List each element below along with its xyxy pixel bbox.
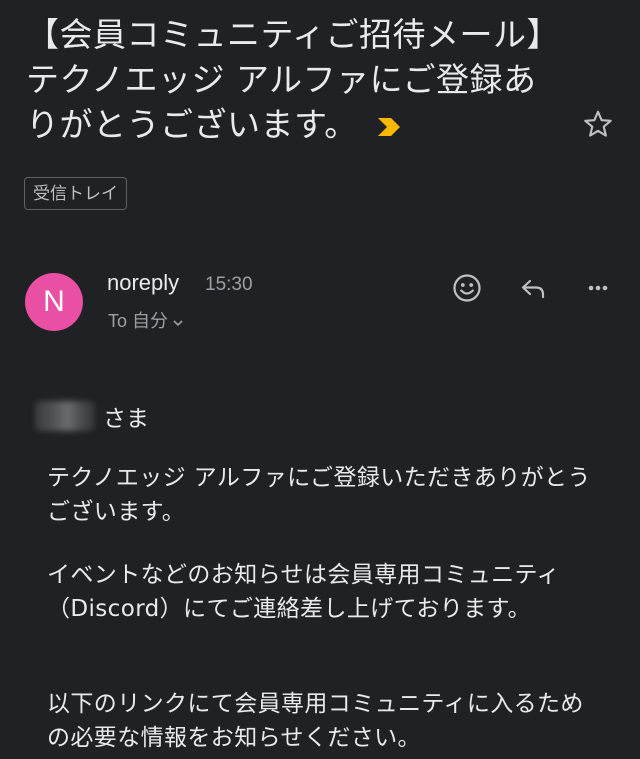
greeting-line: さま bbox=[35, 396, 149, 436]
sender-avatar[interactable]: N bbox=[25, 273, 83, 331]
reply-icon[interactable] bbox=[516, 271, 550, 305]
star-icon[interactable] bbox=[582, 108, 614, 140]
recipient-details-toggle[interactable]: To 自分 bbox=[108, 307, 184, 333]
chevron-down-icon bbox=[172, 312, 184, 333]
redacted-name bbox=[35, 401, 95, 431]
email-subject: 【会員コミュニティご招待メール】テクノエッジ アルファにご登録ありがとうございま… bbox=[26, 12, 546, 149]
importance-marker-icon[interactable] bbox=[376, 104, 402, 149]
body-paragraph-3: 以下のリンクにて会員専用コミュニティに入るための必要な情報をお知らせください。 bbox=[47, 691, 584, 751]
emoji-reaction-icon[interactable] bbox=[450, 271, 484, 305]
greeting-suffix: さま bbox=[103, 406, 149, 432]
body-paragraph-1: テクノエッジ アルファにご登録いただきありがとうございます。 bbox=[47, 465, 591, 525]
subject-text: 【会員コミュニティご招待メール】テクノエッジ アルファにご登録ありがとうございま… bbox=[26, 15, 544, 144]
body-paragraph-2: イベントなどのお知らせは会員専用コミュニティ（Discord）にてご連絡差し上げ… bbox=[47, 562, 560, 622]
sender-name: noreply bbox=[107, 270, 180, 295]
recipient-text: To 自分 bbox=[108, 311, 169, 331]
more-options-icon[interactable] bbox=[581, 271, 615, 305]
sent-time: 15:30 bbox=[205, 274, 253, 295]
inbox-label-chip[interactable]: 受信トレイ bbox=[24, 177, 127, 210]
